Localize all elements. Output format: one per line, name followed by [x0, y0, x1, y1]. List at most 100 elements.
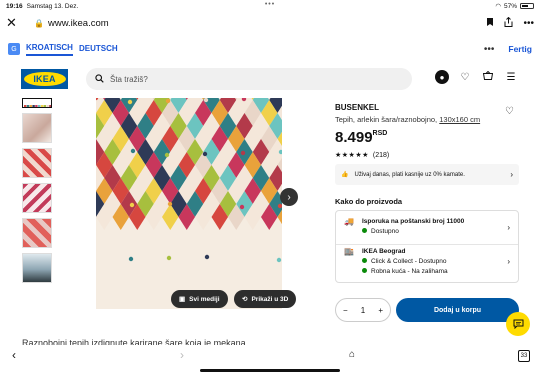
status-date: Samstag 13. Dez. — [26, 2, 79, 10]
google-translate-icon: G — [8, 43, 20, 55]
status-time: 19:16 — [6, 2, 23, 10]
translate-lang-target[interactable]: DEUTSCH — [79, 44, 118, 55]
battery-icon — [520, 3, 534, 9]
multitasking-dots[interactable]: ••• — [265, 1, 275, 8]
qty-minus-button[interactable]: − — [343, 306, 348, 315]
rug-pattern — [96, 98, 282, 263]
battery-percent: 57% — [503, 2, 517, 10]
rug-dot — [167, 201, 173, 207]
menu-icon[interactable]: ☰ — [504, 72, 518, 83]
forward-icon[interactable]: › — [180, 348, 184, 362]
thumbnail[interactable] — [22, 253, 52, 283]
browser-tools: ••• — [486, 16, 534, 30]
stock-dot — [362, 258, 367, 264]
quantity-stepper: − 1 + — [335, 298, 391, 322]
rating-stars: ★★★★★ — [335, 152, 369, 159]
product-info: BUSENKEL Tepih, arlekin šara/raznobojno,… — [335, 103, 519, 159]
rug-dot — [130, 148, 136, 154]
user-icon[interactable]: ● — [435, 70, 449, 84]
home-icon[interactable]: ⌂ — [349, 349, 355, 360]
thumbnail-list — [22, 98, 52, 288]
view-3d-label: Prikaži u 3D — [251, 295, 289, 303]
delivery-options: 🚚 Isporuka na poštanski broj 11000 Dostu… — [335, 210, 519, 283]
product-size-link[interactable]: 130x160 cm — [439, 115, 480, 124]
chevron-right-icon: › — [510, 170, 513, 179]
tabs-count-button[interactable]: 33 — [518, 350, 530, 362]
truck-icon: 🚚 — [344, 217, 354, 226]
thumbnail[interactable] — [22, 98, 52, 108]
close-icon[interactable]: ✕ — [6, 15, 20, 31]
search-input[interactable]: Šta tražiš? — [86, 68, 412, 90]
status-bar: 19:16 Samstag 13. Dez. ••• ◠ 57% — [0, 0, 540, 12]
product-desc-text: Tepih, arlekin šara/raznobojno, — [335, 115, 438, 124]
product-rating[interactable]: ★★★★★ (218) — [335, 151, 519, 160]
thumbnail[interactable] — [22, 148, 52, 178]
wifi-icon: ◠ — [495, 3, 501, 10]
3d-icon: ⟲ — [242, 296, 248, 303]
thumb-swatch — [43, 105, 46, 107]
rug-dot — [276, 257, 282, 263]
bookmark-icon[interactable] — [486, 17, 494, 30]
rug-dot — [240, 150, 246, 156]
next-image-button[interactable]: › — [280, 188, 298, 206]
shipping-status: Dostupno — [371, 228, 399, 236]
chevron-right-icon: › — [507, 257, 510, 266]
all-media-label: Svi mediji — [189, 295, 220, 303]
payment-promo[interactable]: 👍 Uživaj danas, plati kasnije uz 0% kama… — [335, 164, 519, 185]
header-icons: ● ♡ ☰ — [435, 70, 518, 84]
rug-dot — [129, 202, 135, 208]
thumb-swatch — [40, 105, 44, 107]
stock-dot — [362, 228, 367, 234]
ikea-logo[interactable]: IKEA — [21, 69, 68, 89]
translate-more-button[interactable]: ••• — [484, 44, 495, 55]
cart-icon[interactable] — [481, 70, 495, 83]
back-icon[interactable]: ‹ — [12, 348, 16, 362]
site-header: IKEA Šta tražiš? ● ♡ ☰ — [0, 64, 540, 92]
home-indicator[interactable] — [200, 369, 340, 372]
translate-lang-source[interactable]: KROATISCH — [26, 43, 73, 56]
rug-dot — [164, 152, 170, 158]
thumbnail[interactable] — [22, 218, 52, 248]
add-to-cart-button[interactable]: Dodaj u korpu — [396, 298, 519, 322]
heart-icon[interactable]: ♡ — [458, 72, 472, 83]
translate-done-button[interactable]: Fertig — [508, 44, 532, 54]
rug-dot — [277, 203, 282, 209]
qty-plus-button[interactable]: + — [378, 306, 383, 315]
lock-icon: 🔒 — [34, 18, 44, 28]
rug-dot — [239, 204, 245, 210]
url-text[interactable]: www.ikea.com — [48, 18, 109, 29]
price-value: 8.499 — [335, 129, 373, 146]
store-stock: Robna kuća - Na zalihama — [371, 268, 448, 276]
thumb-swatch — [24, 105, 27, 107]
delivery-option-store[interactable]: 🏬 IKEA Beograd Click & Collect - Dostupn… — [344, 247, 512, 277]
rating-count: (218) — [372, 151, 390, 159]
product-brand: BUSENKEL — [335, 103, 380, 112]
rug-dot — [127, 99, 133, 105]
rug-dot — [204, 254, 210, 260]
media-icon: ▣ — [179, 296, 186, 303]
browser-url-bar: ✕ 🔒 www.ikea.com ••• — [0, 12, 540, 34]
all-media-button[interactable]: ▣ Svi mediji — [171, 290, 228, 308]
promo-text: Uživaj danas, plati kasnije uz 0% kamate… — [354, 171, 465, 178]
thumb-swatch — [46, 105, 49, 107]
rug-dot — [128, 256, 134, 262]
qty-value[interactable]: 1 — [361, 306, 365, 315]
thumbnail[interactable] — [22, 113, 52, 143]
delivery-option-shipping[interactable]: 🚚 Isporuka na poštanski broj 11000 Dostu… — [344, 217, 512, 237]
translate-bar: G KROATISCH DEUTSCH ••• Fertig — [0, 38, 540, 60]
thumbnail[interactable] — [22, 183, 52, 213]
price-currency: RSD — [372, 130, 388, 137]
store-click-collect: Click & Collect - Dostupno — [371, 258, 447, 266]
more-menu-icon[interactable]: ••• — [523, 18, 534, 29]
share-icon[interactable] — [504, 16, 513, 30]
product-image[interactable] — [96, 98, 282, 309]
chat-icon[interactable] — [506, 312, 530, 336]
rug-dot — [166, 255, 172, 261]
delivery-heading: Kako do proizvoda — [335, 197, 403, 206]
thumb-swatch — [29, 105, 32, 107]
rug-dot — [165, 98, 171, 104]
thumb-swatch — [38, 105, 41, 107]
view-3d-button[interactable]: ⟲ Prikaži u 3D — [234, 290, 297, 308]
status-right: ◠ 57% — [495, 2, 534, 10]
logo-text: IKEA — [23, 72, 66, 86]
